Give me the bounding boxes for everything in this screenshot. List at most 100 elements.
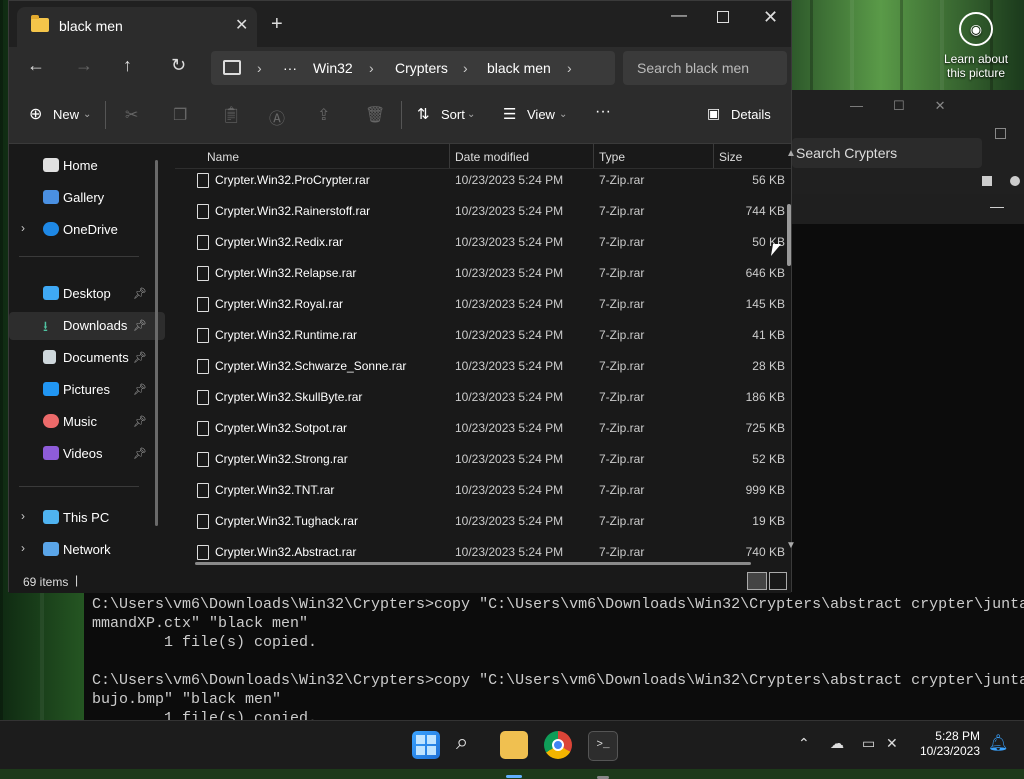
copy-icon[interactable]: ❐ <box>173 105 187 125</box>
learn-about-picture[interactable]: ◉ Learn about this picture <box>936 12 1016 80</box>
sidebar-scrollbar[interactable] <box>155 160 158 526</box>
forward-arrow-icon[interactable]: → <box>75 55 93 76</box>
expand-chevron-icon[interactable]: › <box>21 541 25 555</box>
sidebar-item-desktop[interactable]: Desktop 📌︎ <box>9 280 165 308</box>
network-tray-icon[interactable]: ▭ <box>862 735 875 752</box>
tiles-view-icon[interactable] <box>769 572 787 590</box>
column-date-modified[interactable]: Date modified <box>455 150 529 164</box>
search-input[interactable]: Search black men <box>623 51 787 85</box>
file-row[interactable]: Crypter.Win32.Schwarze_Sonne.rar 10/23/20… <box>175 350 785 381</box>
minimize-button[interactable]: — <box>671 7 687 25</box>
tab-black-men[interactable]: black men ✕ <box>17 7 257 47</box>
breadcrumb-black-men[interactable]: black men <box>487 60 551 76</box>
pin-icon[interactable]: 📌︎ <box>133 287 147 300</box>
breadcrumb-more[interactable]: ··· <box>283 60 297 76</box>
sidebar-item-onedrive[interactable]: › OneDrive <box>9 216 165 244</box>
column-size[interactable]: Size <box>719 150 742 164</box>
computer-icon[interactable] <box>223 60 241 75</box>
file-row[interactable]: Crypter.Win32.Redix.rar 10/23/2023 5:24 P… <box>175 226 785 257</box>
scroll-up-arrow-icon[interactable]: ▲ <box>786 148 796 159</box>
breadcrumb-win32[interactable]: Win32 <box>313 60 353 76</box>
explorer-window[interactable]: black men ✕ + — ✕ ← → ↑ ↻ › ··· Win32 › … <box>8 0 796 593</box>
sidebar-item-this-pc[interactable]: › This PC <box>9 504 165 532</box>
file-row[interactable]: Crypter.Win32.Strong.rar 10/23/2023 5:24 … <box>175 443 785 474</box>
sidebar-item-downloads[interactable]: ⭳ Downloads 📌︎ <box>9 312 165 340</box>
paste-icon[interactable]: 📋︎ <box>221 105 241 125</box>
details-pane-icon[interactable]: ▣ <box>707 105 720 122</box>
chevron-down-icon[interactable]: ⌄ <box>83 109 91 120</box>
sidebar-item-music[interactable]: Music 📌︎ <box>9 408 165 436</box>
column-name[interactable]: Name <box>207 150 239 164</box>
sidebar-item-documents[interactable]: Documents 📌︎ <box>9 344 165 372</box>
file-row[interactable]: Crypter.Win32.Runtime.rar 10/23/2023 5:24… <box>175 319 785 350</box>
chevron-down-icon[interactable]: ⌄ <box>559 109 567 120</box>
explorer2-maximize-icon[interactable] <box>995 128 1006 139</box>
search-icon[interactable]: ⌕ <box>456 729 484 757</box>
delete-icon[interactable]: 🗑︎ <box>365 105 385 125</box>
pin-icon[interactable]: 📌︎ <box>133 319 147 332</box>
expand-chevron-icon[interactable]: › <box>21 221 25 235</box>
sort-icon[interactable]: ⇅ <box>417 105 430 123</box>
pin-icon[interactable]: 📌︎ <box>133 415 147 428</box>
file-row[interactable]: Crypter.Win32.Tughack.rar 10/23/2023 5:24… <box>175 505 785 536</box>
details-button[interactable]: Details <box>731 107 771 122</box>
scroll-down-arrow-icon[interactable]: ▼ <box>786 540 796 551</box>
sort-button[interactable]: Sort <box>441 107 465 122</box>
new-button[interactable]: New <box>53 107 79 122</box>
breadcrumb[interactable]: › ··· Win32 › Crypters › black men › <box>211 51 615 85</box>
terminal-minimize-button[interactable]: — <box>990 198 1004 214</box>
expand-chevron-icon[interactable]: › <box>21 509 25 523</box>
close-tab-icon[interactable]: ✕ <box>235 15 248 35</box>
file-row[interactable]: Crypter.Win32.SkullByte.rar 10/23/2023 5:… <box>175 381 785 412</box>
up-arrow-icon[interactable]: ↑ <box>123 55 132 76</box>
chevron-down-icon[interactable]: ⌄ <box>467 109 475 120</box>
file-row[interactable]: Crypter.Win32.TNT.rar 10/23/2023 5:24 PM 7… <box>175 474 785 505</box>
cut-icon[interactable]: ✂ <box>125 105 138 125</box>
back-arrow-icon[interactable]: ← <box>27 55 45 76</box>
sidebar-item-pictures[interactable]: Pictures 📌︎ <box>9 376 165 404</box>
vertical-scrollbar-thumb[interactable] <box>787 204 791 266</box>
explorer2-pane-icon[interactable] <box>982 176 992 186</box>
rename-icon[interactable]: Ⓐ <box>269 105 285 129</box>
clock[interactable]: 5:28 PM 10/23/2023 <box>904 729 980 759</box>
file-row[interactable]: Crypter.Win32.Relapse.rar 10/23/2023 5:24… <box>175 257 785 288</box>
sidebar-item-network[interactable]: › Network <box>9 536 165 564</box>
sidebar-item-home[interactable]: Home <box>9 152 165 180</box>
view-icon[interactable]: ☰ <box>503 105 516 123</box>
file-row[interactable]: Crypter.Win32.Royal.rar 10/23/2023 5:24 P… <box>175 288 785 319</box>
explorer2-search-input[interactable]: Search Crypters <box>792 138 982 168</box>
file-row[interactable]: Crypter.Win32.Sotpot.rar 10/23/2023 5:24 … <box>175 412 785 443</box>
details-view-icon[interactable] <box>747 572 767 590</box>
horizontal-scrollbar[interactable] <box>195 562 751 565</box>
share-icon[interactable]: ⇪ <box>317 105 330 125</box>
chevron-up-icon[interactable]: ⌃ <box>798 735 810 752</box>
notification-bell-icon[interactable]: 🔔︎ <box>988 733 1008 753</box>
column-type[interactable]: Type <box>599 150 625 164</box>
sidebar-item-videos[interactable]: Videos 📌︎ <box>9 440 165 468</box>
chevron-right-icon[interactable]: › <box>567 60 572 76</box>
file-row[interactable]: Crypter.Win32.ProCrypter.rar 10/23/2023 5… <box>175 164 785 195</box>
file-explorer-taskbar-icon[interactable] <box>500 731 528 778</box>
explorer-window-crypters[interactable]: —☐✕ Search Crypters <box>790 90 1024 194</box>
breadcrumb-crypters[interactable]: Crypters <box>395 60 448 76</box>
start-button[interactable] <box>412 731 440 759</box>
explorer2-window-controls[interactable]: —☐✕ <box>850 98 976 114</box>
volume-muted-icon[interactable]: ✕ <box>886 735 898 752</box>
title-bar[interactable]: black men ✕ + — ✕ <box>9 1 791 47</box>
close-window-button[interactable]: ✕ <box>763 7 778 28</box>
file-row[interactable]: Crypter.Win32.Rainerstoff.rar 10/23/2023 … <box>175 195 785 226</box>
maximize-button[interactable] <box>717 11 729 23</box>
more-options-button[interactable]: ··· <box>595 103 611 121</box>
view-button[interactable]: View <box>527 107 555 122</box>
explorer2-user-icon[interactable] <box>1010 176 1020 186</box>
sidebar-item-gallery[interactable]: Gallery <box>9 184 165 212</box>
pin-icon[interactable]: 📌︎ <box>133 351 147 364</box>
pin-icon[interactable]: 📌︎ <box>133 383 147 396</box>
pin-icon[interactable]: 📌︎ <box>133 447 147 460</box>
new-tab-button[interactable]: + <box>271 13 283 36</box>
terminal-taskbar-icon[interactable]: >_ <box>588 731 618 779</box>
new-plus-icon[interactable]: ⊕ <box>29 104 42 124</box>
refresh-icon[interactable]: ↻ <box>171 55 186 76</box>
onedrive-tray-icon[interactable]: ☁ <box>830 735 844 752</box>
chrome-taskbar-icon[interactable] <box>544 731 572 759</box>
